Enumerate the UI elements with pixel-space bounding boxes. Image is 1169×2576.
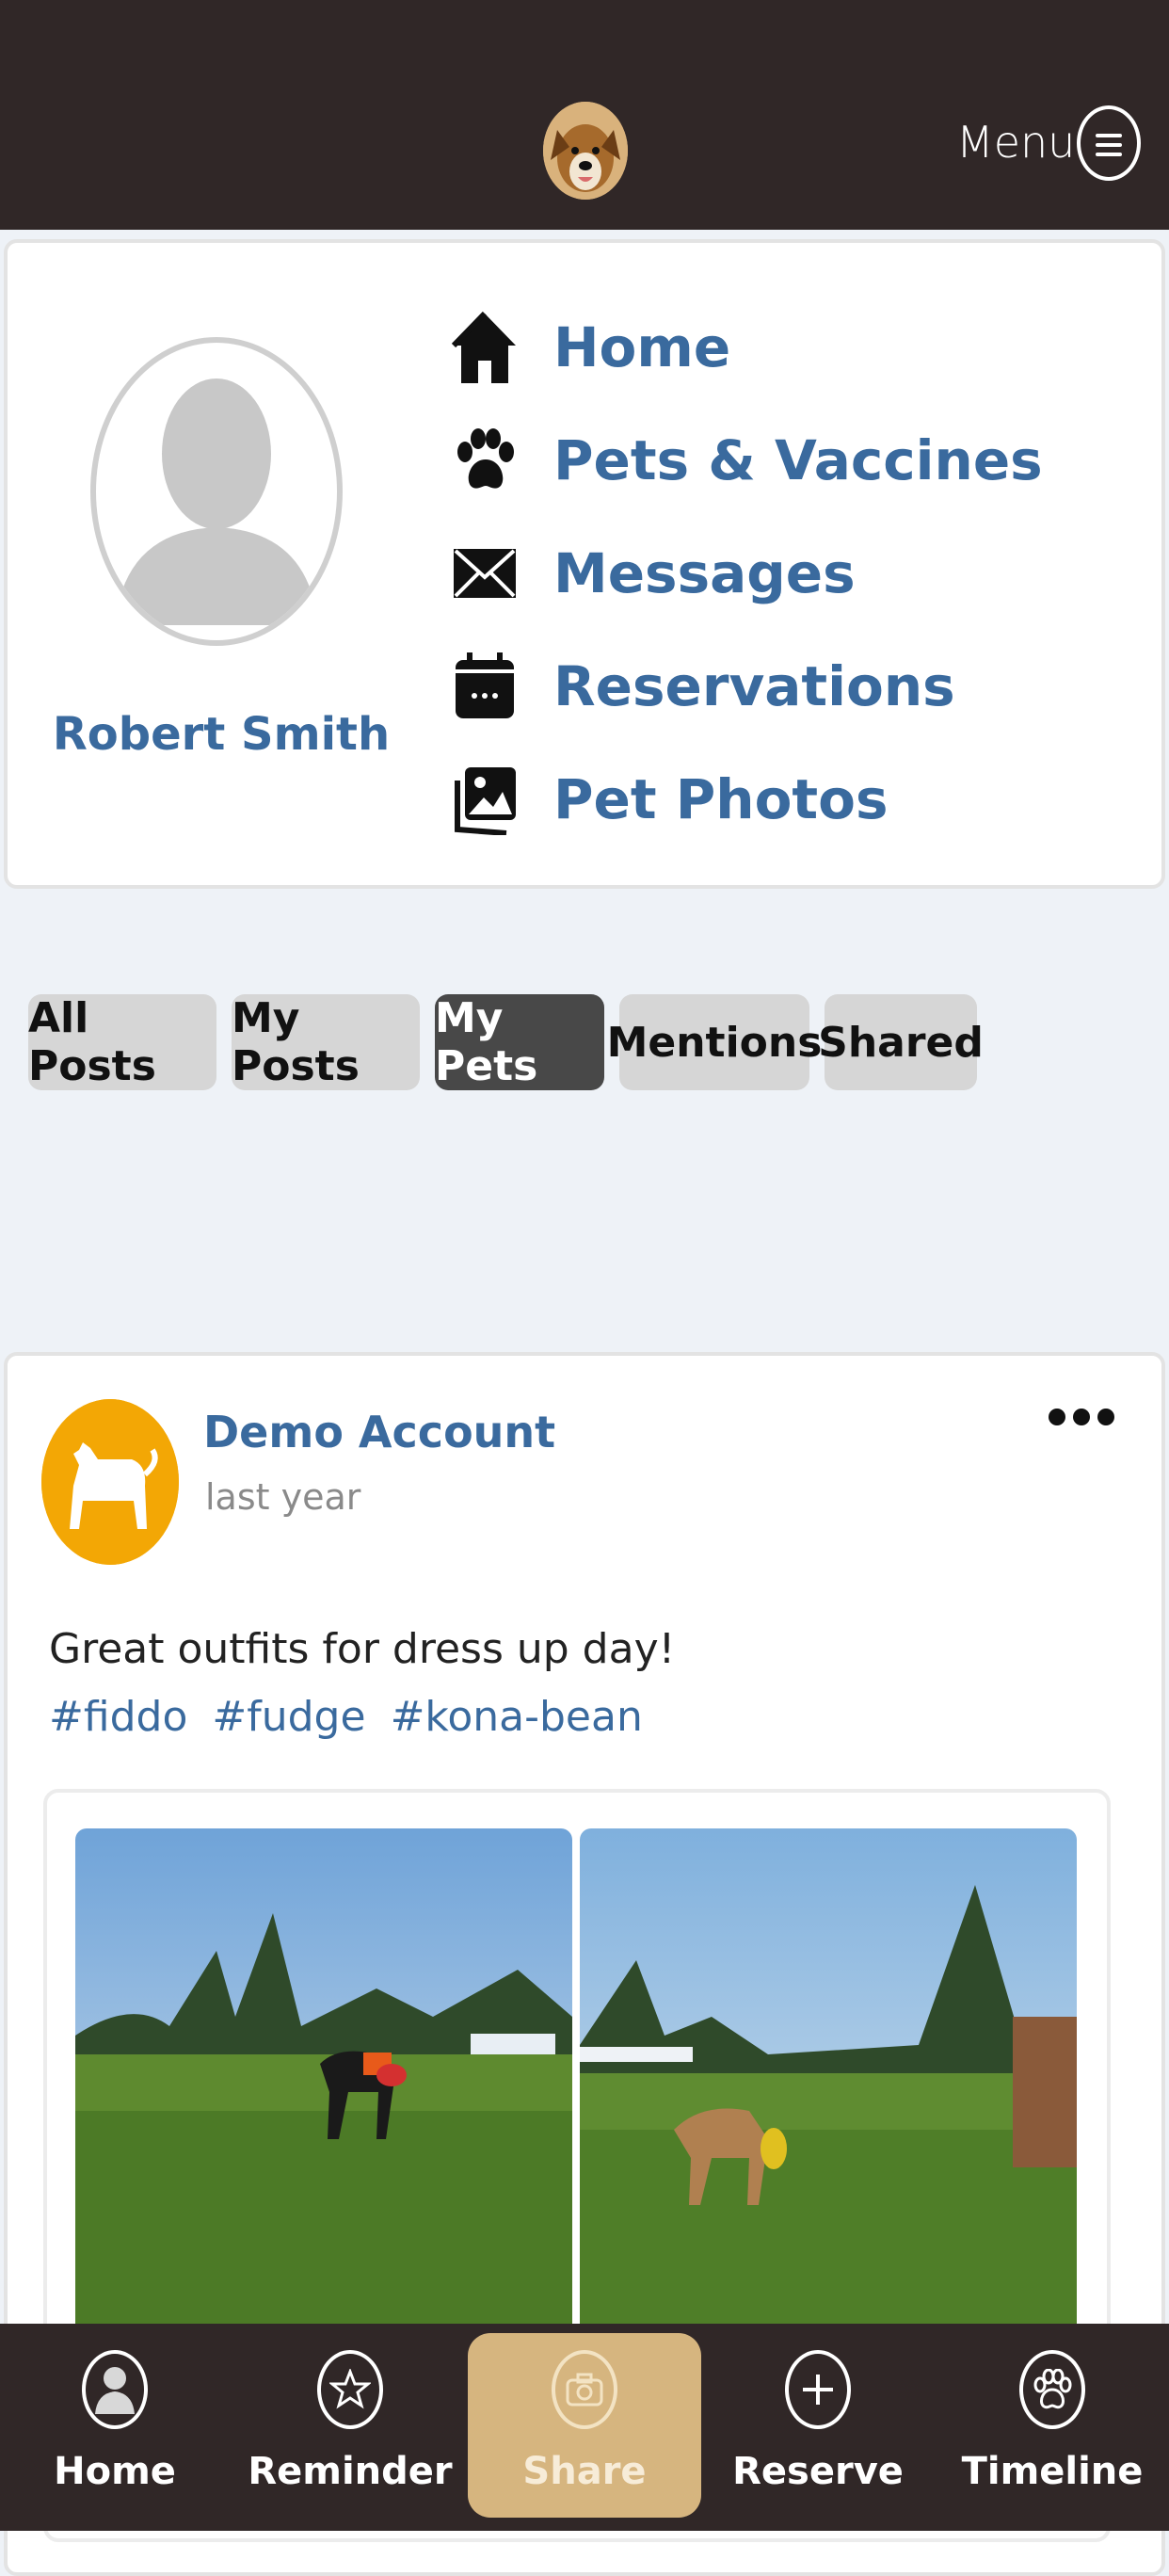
tab-my-posts[interactable]: My Posts <box>232 994 420 1090</box>
tab-all-posts[interactable]: All Posts <box>28 994 216 1090</box>
camera-icon <box>552 2350 617 2429</box>
photos-icon <box>450 760 520 839</box>
profile-nav-pets-vaccines[interactable]: Pets & Vaccines <box>450 418 1043 503</box>
hashtag-link[interactable]: #fiddo <box>49 1693 187 1741</box>
nav-label-home: Home <box>553 315 731 379</box>
paw-icon <box>1019 2350 1085 2429</box>
post-photo[interactable] <box>580 1828 1077 2337</box>
plus-icon <box>785 2350 851 2429</box>
hamburger-menu-icon[interactable] <box>1077 105 1141 181</box>
nav-label-reservations: Reservations <box>553 654 955 718</box>
nav-label-messages: Messages <box>553 541 856 605</box>
user-name[interactable]: Robert Smith <box>19 708 424 761</box>
more-options-icon[interactable] <box>1049 1409 1114 1425</box>
dog-logo-icon[interactable] <box>543 102 628 200</box>
tab-my-pets[interactable]: My Pets <box>435 994 604 1090</box>
tab-shared[interactable]: Shared <box>818 994 984 1090</box>
hashtag-link[interactable]: #fudge <box>212 1693 365 1741</box>
post-author[interactable]: Demo Account <box>203 1407 555 1457</box>
profile-nav-reservations[interactable]: Reservations <box>450 644 955 729</box>
calendar-icon <box>450 647 520 726</box>
profile-nav-home[interactable]: Home <box>450 305 730 390</box>
bottom-nav-timeline[interactable]: Timeline <box>949 2344 1156 2504</box>
bottom-nav-share[interactable]: Share <box>481 2344 688 2504</box>
profile-nav-messages[interactable]: Messages <box>450 531 856 616</box>
bottom-nav-reserve[interactable]: Reserve <box>714 2344 921 2504</box>
bottom-nav-home-label: Home <box>54 2450 176 2493</box>
post-timestamp: last year <box>205 1476 361 1518</box>
menu-label[interactable]: Menu <box>956 117 1075 168</box>
bottom-nav-share-label: Share <box>522 2450 647 2493</box>
dog-avatar-icon[interactable] <box>41 1399 179 1565</box>
bottom-nav-reminder-label: Reminder <box>248 2450 453 2493</box>
post-hashtags: #fiddo #fudge #kona-bean <box>49 1693 654 1741</box>
hashtag-link[interactable]: #kona-bean <box>391 1693 643 1741</box>
bottom-nav-reserve-label: Reserve <box>732 2450 904 2493</box>
bottom-nav-reminder[interactable]: Reminder <box>247 2344 454 2504</box>
post-text: Great outfits for dress up day! <box>49 1625 676 1673</box>
star-icon <box>317 2350 383 2429</box>
bottom-nav-home[interactable]: Home <box>11 2344 218 2504</box>
post-photo[interactable] <box>75 1828 572 2337</box>
home-icon <box>450 308 520 387</box>
nav-label-pet-photos: Pet Photos <box>553 767 889 831</box>
bottom-nav-timeline-label: Timeline <box>961 2450 1144 2493</box>
user-avatar[interactable] <box>90 337 343 646</box>
paw-icon <box>450 421 520 500</box>
user-circle-icon <box>82 2350 148 2429</box>
tab-mentions[interactable]: Mentions <box>607 994 822 1090</box>
nav-label-pets-vaccines: Pets & Vaccines <box>553 428 1043 492</box>
profile-nav-pet-photos[interactable]: Pet Photos <box>450 757 889 842</box>
envelope-icon <box>450 534 520 613</box>
